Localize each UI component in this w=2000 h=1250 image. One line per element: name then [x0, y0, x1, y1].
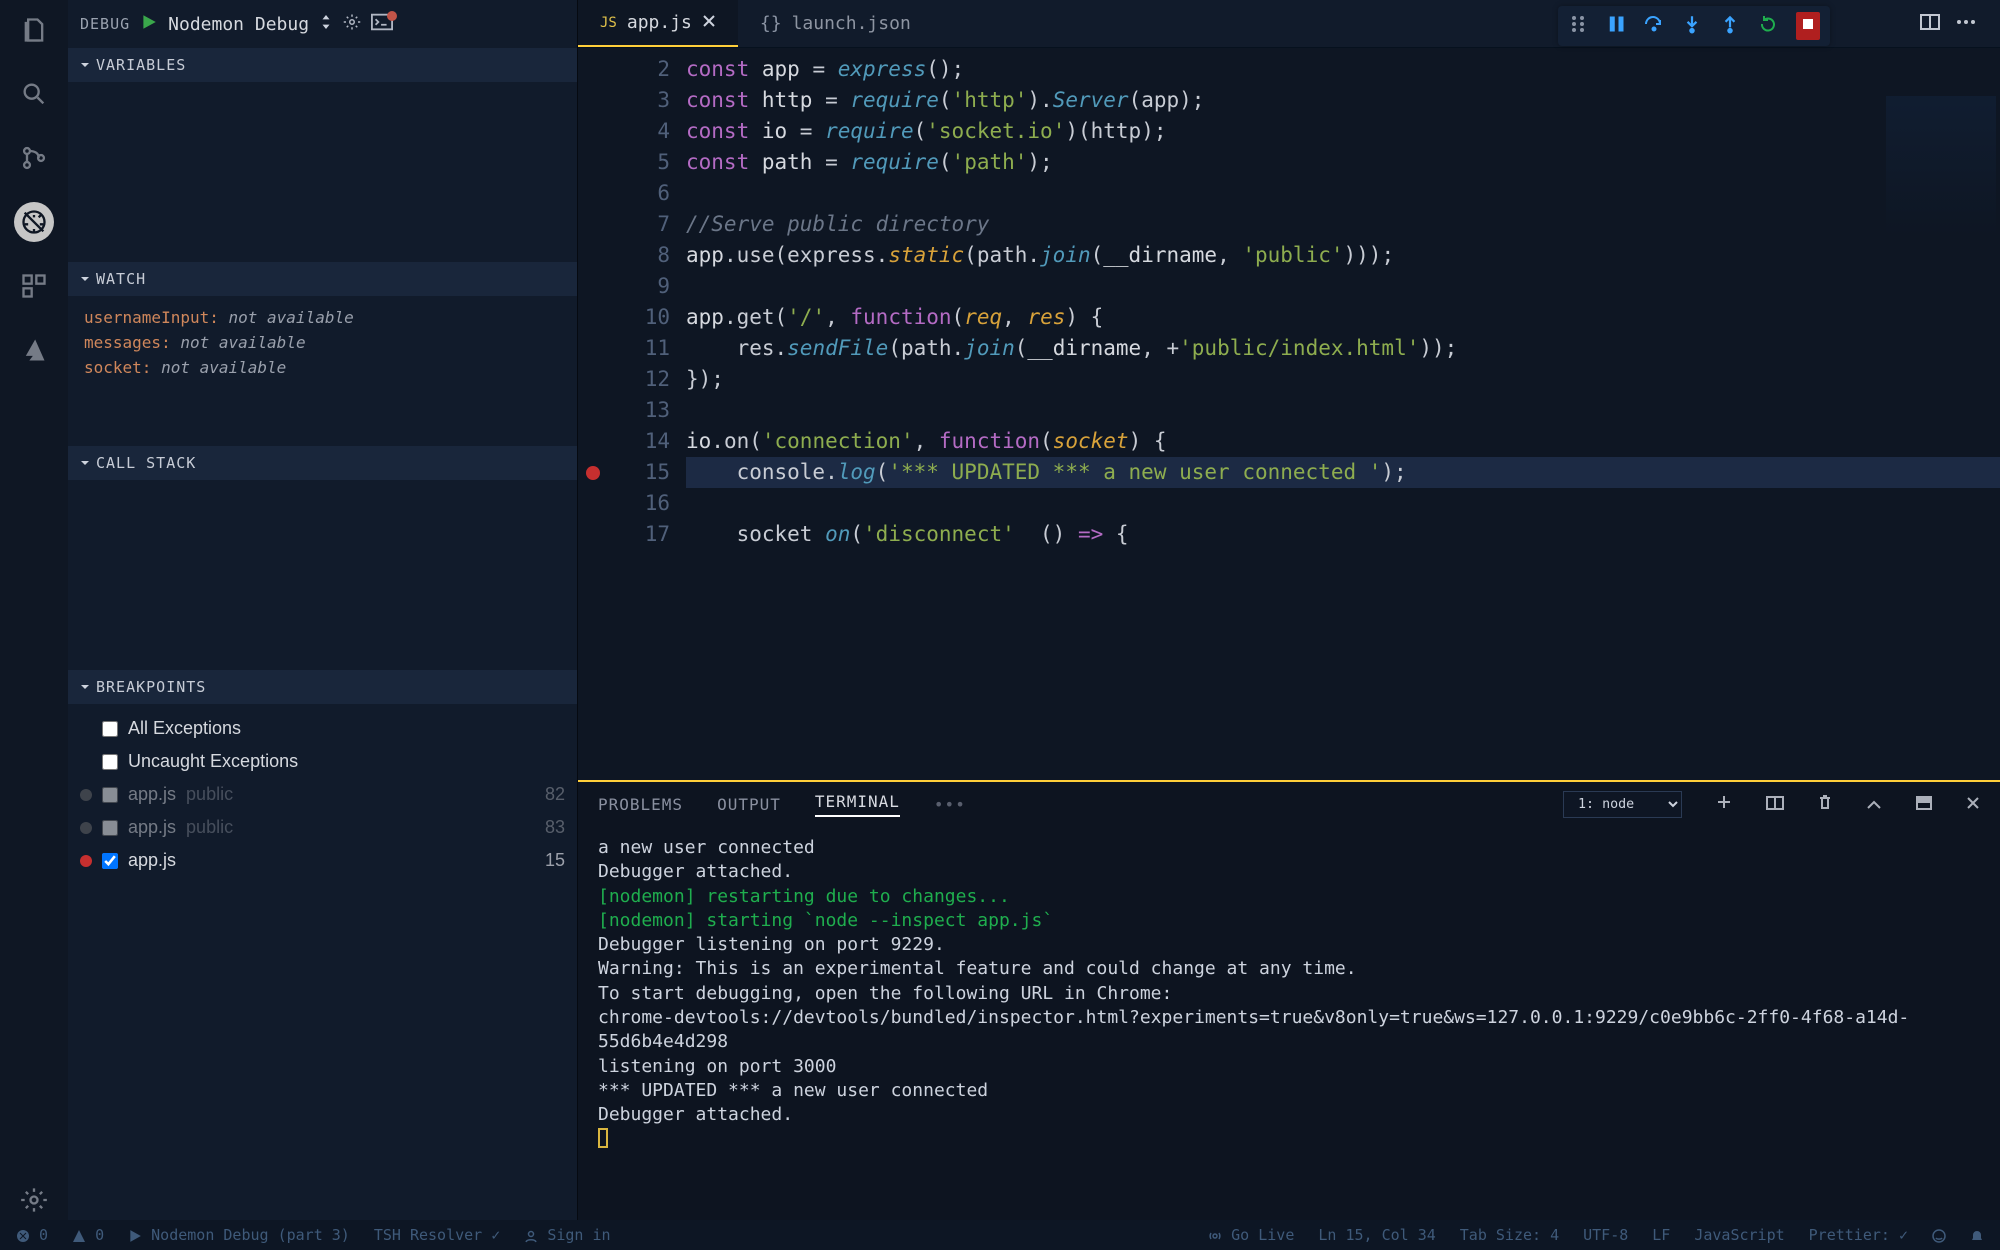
bp-checkbox[interactable]: [102, 754, 118, 770]
status-bar: 0 0 Nodemon Debug (part 3) TSH Resolver …: [0, 1220, 2000, 1250]
tab-app-js[interactable]: JSapp.js: [578, 0, 738, 47]
tab-output[interactable]: OUTPUT: [717, 795, 781, 814]
scm-icon[interactable]: [14, 138, 54, 178]
status-feedback-icon[interactable]: [1932, 1226, 1946, 1244]
errors-count[interactable]: 0: [16, 1226, 48, 1244]
debug-side-panel: DEBUG Nodemon Debug VARIABLES WATCH user…: [68, 0, 578, 1220]
status-bell-icon[interactable]: [1970, 1226, 1984, 1244]
tab-problems[interactable]: PROBLEMS: [598, 795, 683, 814]
json-file-icon: {}: [760, 13, 782, 34]
breakpoint-row[interactable]: app.js15: [78, 844, 567, 877]
maximize-panel-icon[interactable]: [1916, 795, 1932, 814]
breakpoints-body: All Exceptions Uncaught Exceptions app.j…: [68, 704, 577, 885]
tab-launch-json[interactable]: {}launch.json: [738, 0, 933, 47]
variables-header[interactable]: VARIABLES: [68, 48, 577, 82]
extensions-icon[interactable]: [14, 266, 54, 306]
status-golive[interactable]: Go Live: [1208, 1226, 1294, 1244]
bp-checkbox[interactable]: [102, 787, 118, 803]
terminal-select[interactable]: 1: node: [1563, 791, 1682, 818]
split-terminal-icon[interactable]: [1766, 795, 1784, 814]
split-editor-icon[interactable]: [1920, 12, 1940, 36]
breakpoint-row[interactable]: app.jspublic83: [78, 811, 567, 844]
panel-tabs: PROBLEMS OUTPUT TERMINAL ••• 1: node: [578, 782, 2000, 826]
watch-item: usernameInput: not available: [84, 308, 565, 327]
restart-icon[interactable]: [1758, 14, 1778, 38]
status-resolver[interactable]: TSH Resolver ✓: [374, 1226, 500, 1244]
step-into-icon[interactable]: [1682, 14, 1702, 38]
js-file-icon: JS: [600, 15, 617, 31]
status-eol[interactable]: LF: [1652, 1226, 1670, 1244]
kill-terminal-icon[interactable]: [1818, 794, 1832, 814]
code-editor[interactable]: 234567891011121314151617 const app = exp…: [578, 48, 2000, 780]
bp-checkbox[interactable]: [102, 853, 118, 869]
breakpoint-row[interactable]: app.jspublic82: [78, 778, 567, 811]
step-over-icon[interactable]: [1644, 14, 1664, 38]
debug-settings-icon[interactable]: [343, 13, 361, 35]
status-encoding[interactable]: UTF-8: [1583, 1226, 1628, 1244]
status-debug[interactable]: Nodemon Debug (part 3): [128, 1226, 350, 1244]
gear-icon[interactable]: [14, 1180, 54, 1220]
watch-item: socket: not available: [84, 358, 565, 377]
azure-icon[interactable]: [14, 330, 54, 370]
pause-icon[interactable]: [1606, 14, 1626, 38]
bp-checkbox[interactable]: [102, 721, 118, 737]
status-prettier[interactable]: Prettier: ✓: [1809, 1226, 1908, 1244]
debug-config-select[interactable]: Nodemon Debug: [168, 14, 309, 35]
close-panel-icon[interactable]: [1966, 795, 1980, 814]
status-position[interactable]: Ln 15, Col 34: [1318, 1226, 1435, 1244]
config-stepper-icon[interactable]: [319, 15, 333, 33]
debug-controls: [1558, 6, 1830, 46]
terminal-output[interactable]: a new user connectedDebugger attached.[n…: [578, 826, 2000, 1220]
debug-toolbar: DEBUG Nodemon Debug: [68, 0, 577, 48]
search-icon[interactable]: [14, 74, 54, 114]
editor-area: JSapp.js {}launch.json 23456789101112131…: [578, 0, 2000, 1220]
debug-label: DEBUG: [80, 15, 130, 33]
notification-dot-icon: [387, 11, 397, 21]
watch-item: messages: not available: [84, 333, 565, 352]
callstack-body: [68, 480, 577, 670]
tab-terminal[interactable]: TERMINAL: [815, 792, 900, 817]
bp-checkbox[interactable]: [102, 820, 118, 836]
watch-body: usernameInput: not available messages: n…: [68, 296, 577, 446]
activity-bar: [0, 0, 68, 1220]
chevron-up-icon[interactable]: [1866, 795, 1882, 814]
drag-handle-icon[interactable]: [1568, 14, 1588, 38]
watch-header[interactable]: WATCH: [68, 262, 577, 296]
warnings-count[interactable]: 0: [72, 1226, 104, 1244]
minimap[interactable]: [1886, 96, 1996, 236]
step-out-icon[interactable]: [1720, 14, 1740, 38]
close-icon[interactable]: [702, 12, 716, 33]
status-tabsize[interactable]: Tab Size: 4: [1460, 1226, 1559, 1244]
breakpoint-uncaught[interactable]: Uncaught Exceptions: [78, 745, 567, 778]
stop-icon[interactable]: [1796, 12, 1820, 40]
bp-dot-icon: [80, 855, 92, 867]
status-signin[interactable]: Sign in: [524, 1226, 610, 1244]
more-icon[interactable]: [1956, 12, 1976, 36]
files-icon[interactable]: [14, 10, 54, 50]
breakpoints-header[interactable]: BREAKPOINTS: [68, 670, 577, 704]
bottom-panel: PROBLEMS OUTPUT TERMINAL ••• 1: node a n…: [578, 780, 2000, 1220]
start-debug-button[interactable]: [140, 13, 158, 35]
debug-console-icon[interactable]: [371, 13, 393, 35]
editor-actions: [1910, 6, 1986, 42]
bp-dot-icon: [80, 789, 92, 801]
new-terminal-icon[interactable]: [1716, 794, 1732, 814]
debug-icon[interactable]: [14, 202, 54, 242]
overflow-icon[interactable]: •••: [934, 795, 966, 814]
breakpoint-all-exceptions[interactable]: All Exceptions: [78, 712, 567, 745]
status-language[interactable]: JavaScript: [1694, 1226, 1784, 1244]
bp-dot-icon: [80, 822, 92, 834]
callstack-header[interactable]: CALL STACK: [68, 446, 577, 480]
variables-body: [68, 82, 577, 262]
